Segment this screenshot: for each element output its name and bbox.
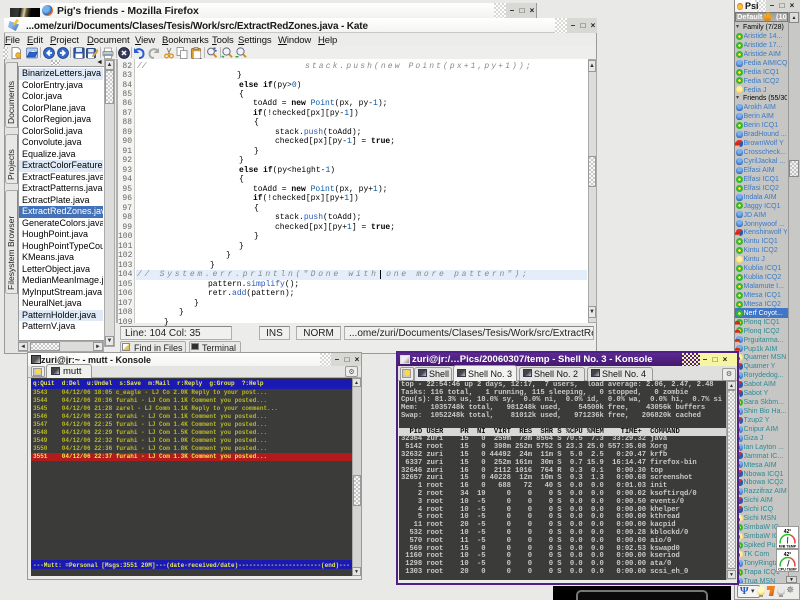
svg-text:M/B TEMP: M/B TEMP [779,544,797,548]
svg-text:CPU TEMP: CPU TEMP [778,567,797,571]
